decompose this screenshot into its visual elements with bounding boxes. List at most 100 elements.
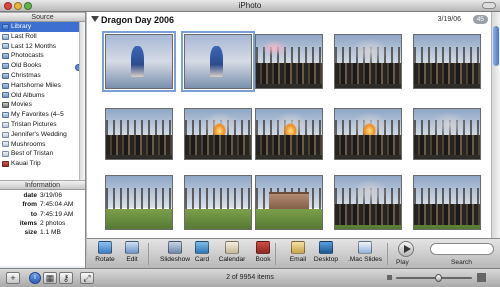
toolbar-separator [148,243,149,265]
play-button[interactable] [398,241,414,257]
photo-thumbnail[interactable] [334,34,402,89]
info-key: items [19,219,37,227]
photo-thumbnail[interactable] [102,31,176,92]
smart-album-icon [2,112,9,119]
photo-thumbnail[interactable] [334,175,402,230]
edit-button[interactable]: Edit [118,241,146,268]
roll-disclosure-triangle-icon[interactable] [91,16,99,22]
sidebar-item[interactable]: Library [0,22,85,32]
sidebar-item[interactable]: Hartshorne Miles [0,81,85,91]
sidebar-item[interactable]: Best of Tristan [0,149,85,159]
photo-thumbnail[interactable] [255,175,323,230]
sidebar-item[interactable]: Old Albums [0,91,85,101]
album-icon [2,121,9,128]
tool-label: .Mac Slides [347,256,383,263]
photo-thumbnail[interactable] [181,31,255,92]
info-key: to [30,210,37,218]
info-value: 2 photos [40,219,66,227]
photo-thumbnail[interactable] [105,108,173,160]
info-value: 7:45:19 AM [40,210,74,218]
desktop-button[interactable]: Desktop [312,241,340,268]
source-list-scrollbar[interactable] [79,22,85,180]
sidebar-item-label: Mushrooms [11,140,46,148]
book-button[interactable]: Book [249,241,277,268]
sidebar-item[interactable]: My Favorites (4–5 [0,110,85,120]
album-icon [2,141,9,148]
tool-label: Calendar [218,256,246,263]
photo-thumbnail[interactable] [184,108,252,160]
photo-thumbnail[interactable] [413,108,481,160]
photo-layer [106,208,172,229]
source-header: Source [0,12,85,22]
book-icon [256,241,270,254]
status-bar: + i ▦ ⚷ ⤢ 2 of 9954 items [0,268,500,287]
book-icon [2,161,9,168]
sidebar: Source Library Last Roll Last 12 Months Pho… [0,12,86,268]
photo-browser-scrollbar[interactable] [491,12,500,238]
zoom-small-icon [387,275,392,280]
sidebar-item[interactable]: Old Books [0,61,85,71]
source-list: Library Last Roll Last 12 Months Photocasts… [0,22,85,180]
photo-layer [335,135,401,155]
sidebar-item[interactable]: Movies [0,100,85,110]
photo-thumbnail[interactable] [334,108,402,160]
title-bar: iPhoto [0,0,500,12]
sidebar-item-label: Jennifer's Wedding [11,130,67,138]
mac-slides-button[interactable]: .Mac Slides [347,241,383,268]
album-icon [2,131,9,138]
sidebar-item-label: Hartshorne Miles [11,81,61,89]
toolbar-toggle-button[interactable] [482,2,496,9]
window-title: iPhoto [238,1,262,10]
scrollbar-thumb[interactable] [493,26,499,66]
rotate-icon [98,241,112,254]
roll-title: Dragon Day 2006 [101,15,175,25]
tool-label: Rotate [95,256,115,263]
info-key: date [23,192,37,199]
slideshow-icon [168,241,182,254]
folder-icon [2,53,9,60]
photo-browser: Dragon Day 2006 3/19/06 45 [87,12,500,238]
sidebar-item[interactable]: Photocasts [0,51,85,61]
sidebar-item[interactable]: Mushrooms [0,140,85,150]
tool-bar: Rotate Edit Slideshow Card Calendar Book Email… [87,238,500,268]
sidebar-item[interactable]: Kauai Trip [0,159,85,169]
search-input[interactable] [430,243,494,255]
info-key: from [22,201,37,209]
movies-icon [2,102,9,109]
calendar-icon [225,241,239,254]
sidebar-item-label: Old Books [11,62,42,70]
sidebar-item[interactable]: Christmas [0,71,85,81]
email-button[interactable]: Email [284,241,312,268]
photo-thumbnail[interactable] [413,34,481,89]
sidebar-item-label: Old Albums [11,91,45,99]
photo-thumbnail[interactable] [184,175,252,230]
folder-icon [2,63,9,70]
sidebar-item[interactable]: Last 12 Months [0,42,85,52]
photo-thumbnail[interactable] [413,175,481,230]
play-label: Play [396,259,409,266]
card-icon [195,241,209,254]
library-icon [2,23,9,30]
info-value: 7:45:04 AM [40,201,74,209]
sidebar-item[interactable]: Tristan Pictures [0,120,85,130]
mac-slides-icon [358,241,372,254]
photo-layer [256,62,322,84]
card-button[interactable]: Card [188,241,216,268]
folder-icon [2,92,9,99]
photo-thumbnail[interactable] [105,175,173,230]
info-key: size [24,229,37,237]
calendar-button[interactable]: Calendar [218,241,246,268]
photo-thumbnail[interactable] [255,108,323,160]
sidebar-item[interactable]: Last Roll [0,32,85,42]
roll-header: Dragon Day 2006 3/19/06 45 [87,12,500,28]
desktop-icon [319,241,333,254]
sidebar-item[interactable]: Jennifer's Wedding [0,130,85,140]
photo-thumbnail[interactable] [255,34,323,89]
info-row: date 3/19/06 [0,191,85,200]
sidebar-item-label: Kauai Trip [11,160,41,168]
photo-layer [269,191,309,211]
rotate-button[interactable]: Rotate [91,241,119,268]
info-row: size 1.1 MB [0,228,85,237]
zoom-slider-knob[interactable] [434,274,442,282]
tool-label: Email [289,256,307,263]
